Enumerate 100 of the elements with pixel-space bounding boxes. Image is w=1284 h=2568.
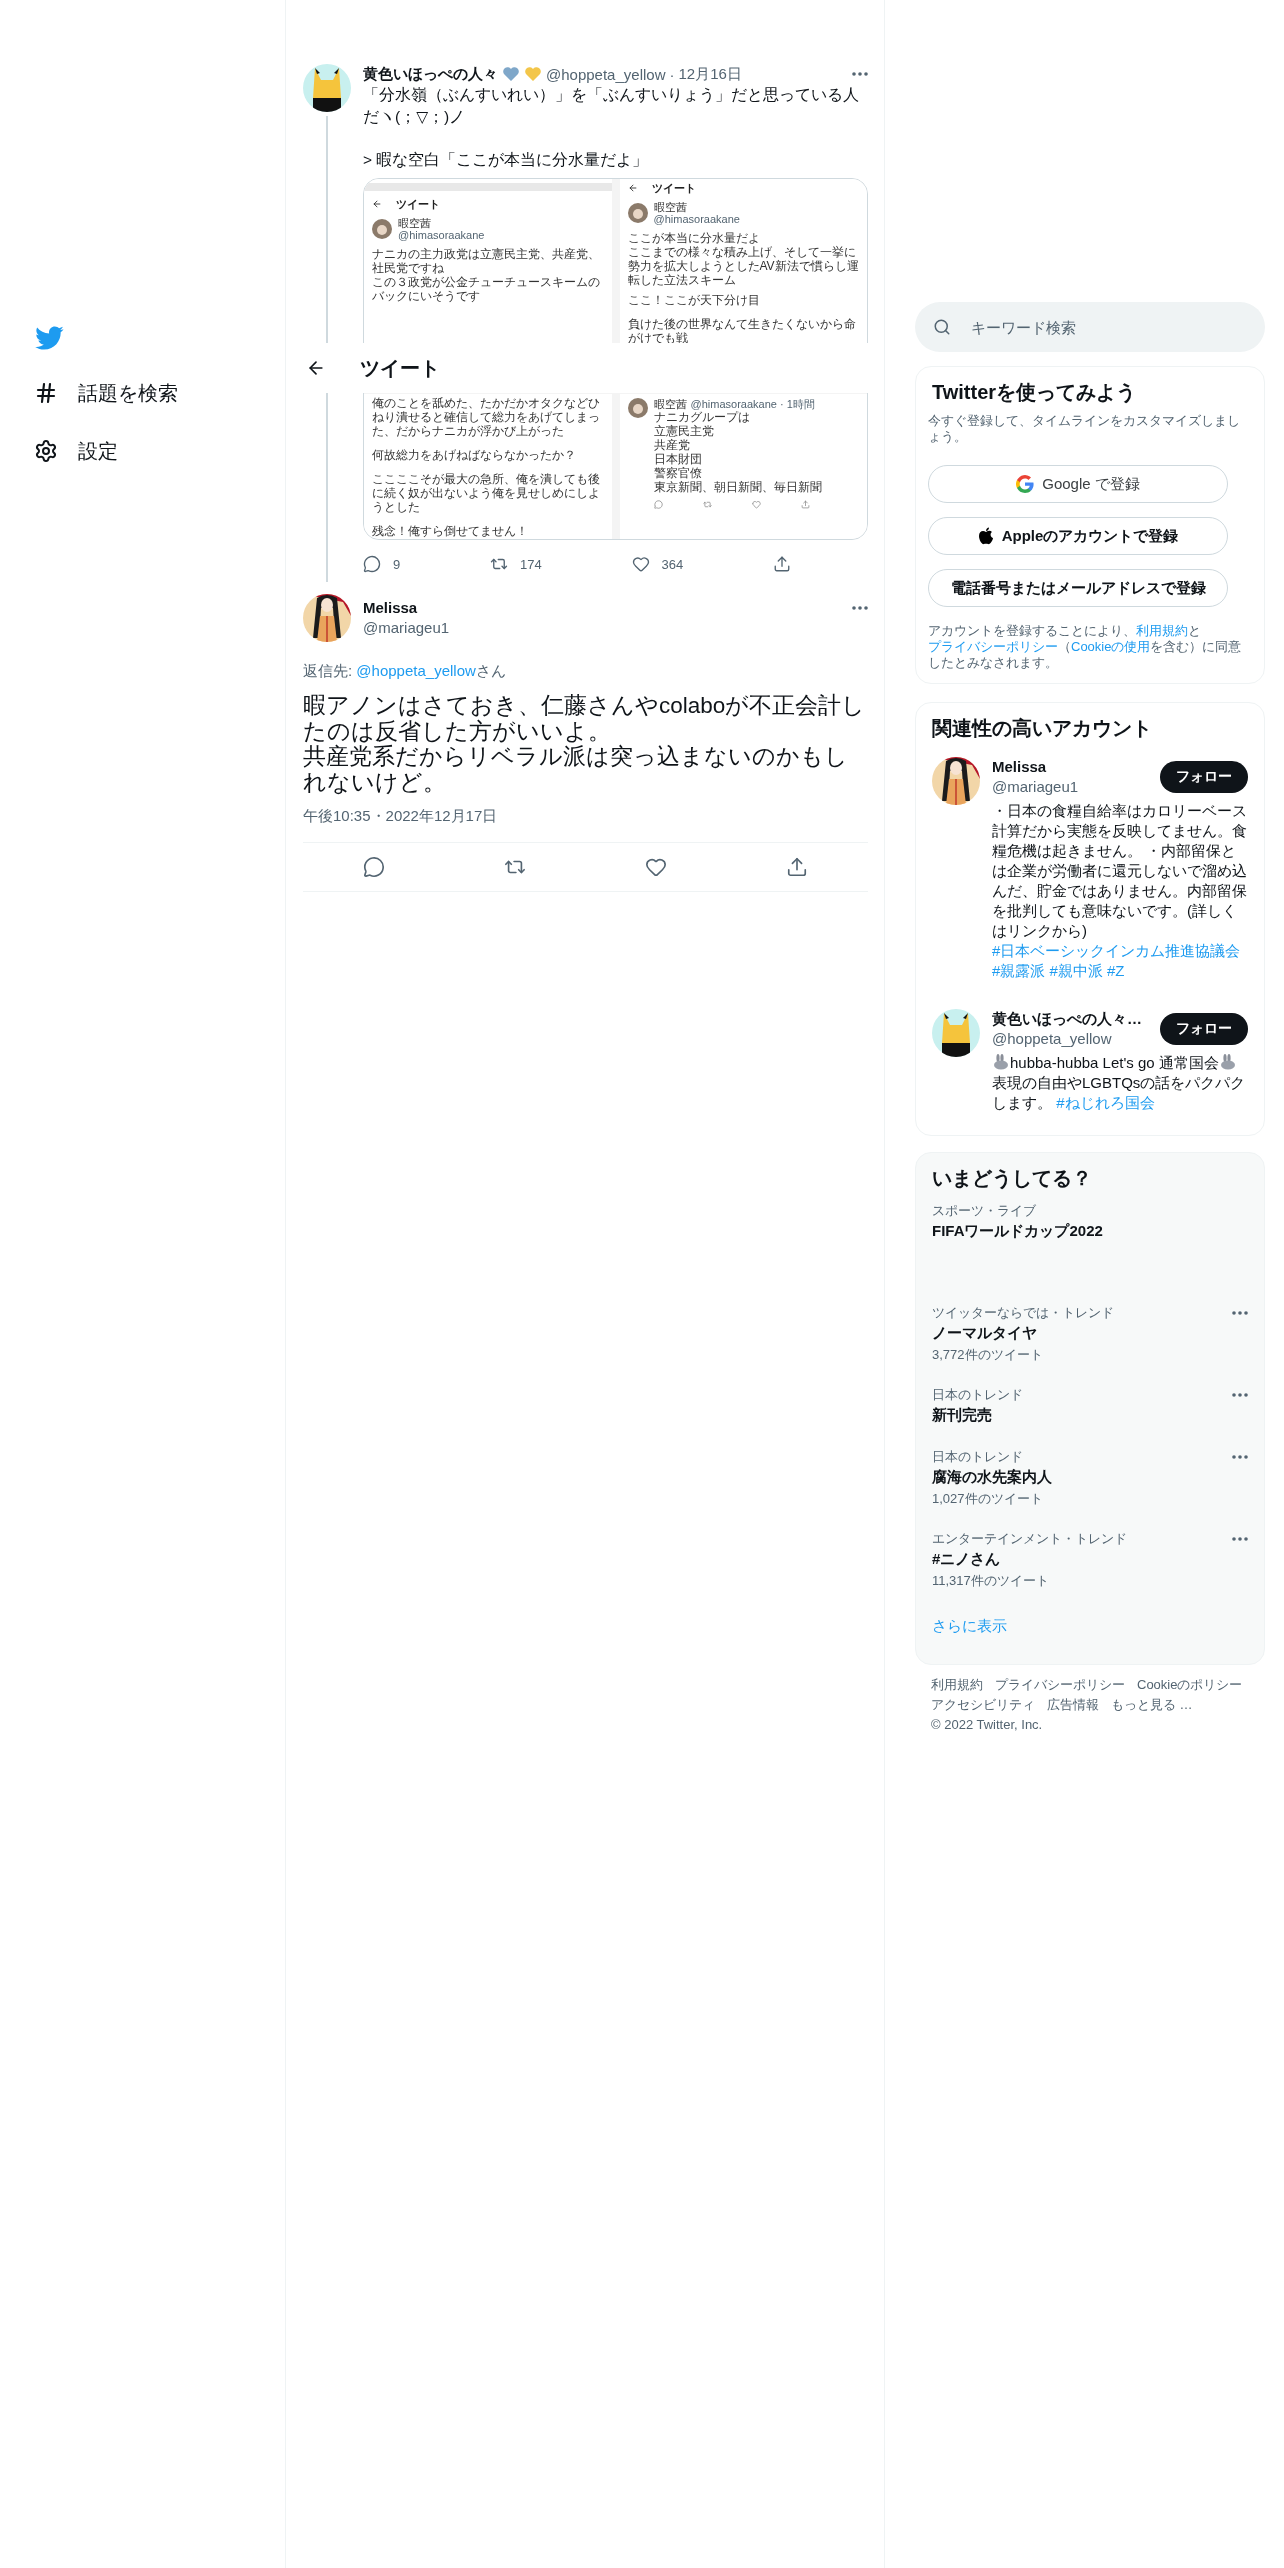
bio-text: hubba-hubba Let's go 通常国会 表現の自由やLGBTQsの話をパクパクします。 #ねじれろ国会	[992, 1053, 1247, 1113]
follow-button[interactable]: フォロー	[1160, 1013, 1248, 1045]
search-field[interactable]: キーワード検索	[915, 302, 1265, 352]
trend-topic[interactable]: 腐海の水先案内人	[932, 1467, 1248, 1487]
reply-button[interactable]: 9	[363, 555, 401, 573]
avatar[interactable]	[303, 594, 351, 642]
tweet-text: ナニカグループは	[653, 410, 751, 424]
tweet-text: ここ！ここが天下分け目	[627, 293, 761, 307]
copyright-text: © 2022 Twitter, Inc.	[931, 1717, 1043, 1733]
heart-icon	[524, 66, 542, 82]
tweet-count: 1,027件のツイート	[932, 1491, 1044, 1507]
rabbit-icon	[1218, 1054, 1237, 1070]
more-button[interactable]	[1232, 1393, 1248, 1397]
tweet-text: ここが本当に分水量だよ	[627, 231, 761, 245]
trend-context: スポーツ・ライブ	[932, 1203, 1036, 1219]
footer-link[interactable]: 広告情報	[1047, 1697, 1099, 1713]
tweet-text: 暇アノンはさておき、仁藤さんやcolaboが不正会計したのは反省した方がいいよ。 共産党系だからリベラル派は突っ込まないのかもしれないけど。	[303, 693, 867, 795]
user-name[interactable]: Melissa	[363, 598, 450, 618]
trend-context: ツイッターならでは・トレンド	[932, 1305, 1114, 1321]
nav-link[interactable]: 話題を検索	[34, 364, 178, 422]
more-button[interactable]	[1232, 1455, 1248, 1459]
tweet-text: > 暇な空白「ここが本当に分水量だよ」	[363, 150, 650, 170]
more-button[interactable]	[1232, 1537, 1248, 1541]
like-icon	[645, 856, 668, 878]
trend-topic[interactable]: FIFAワールドカップ2022	[932, 1221, 1248, 1241]
more-button[interactable]	[1232, 1311, 1248, 1315]
screen-title: ツイート	[396, 197, 440, 211]
hashtag-icon	[34, 381, 58, 405]
signup-button[interactable]: Appleのアカウントで登録	[928, 517, 1228, 555]
tweet-text: 残念！俺すら倒せてません！	[372, 524, 529, 538]
rabbit-icon	[992, 1054, 1010, 1070]
like-button[interactable]: 364	[631, 555, 684, 573]
more-icon	[852, 606, 868, 610]
tweet-text: ここまでの様々な積み上げ、そして一挙に勢力を拡大しようとしたAV新法で慣らし運転した立法スキーム	[627, 245, 859, 287]
user-name[interactable]: Melissa	[992, 757, 1079, 777]
more-icon	[852, 72, 868, 76]
back-icon	[372, 199, 382, 209]
user-handle[interactable]: @mariageu1	[992, 777, 1079, 797]
heart-icon	[502, 66, 520, 82]
tweet-text: この３政党が公金チューチュースキームのバックにいそうです	[372, 275, 601, 303]
reply-to-text: 返信先: @hoppeta_yellowさん	[303, 662, 507, 681]
more-icon	[1232, 1455, 1248, 1459]
user-name[interactable]: 黄色いほっぺの人々	[363, 64, 498, 84]
reply-icon	[653, 500, 663, 509]
user-handle[interactable]: @hoppeta_yellow	[546, 65, 666, 83]
avatar[interactable]	[303, 64, 351, 112]
nav-link[interactable]: 設定	[34, 422, 118, 480]
bio-text: ・日本の食糧自給率はカロリーベース計算だから実態を反映してません。食糧危機は起きません。 ・内部留保とは企業が労働者に還元しないで溜め込んだ、貯金ではありません。内部留保を批判しても意味ないです。(詳しくはリンクから) #日本ベーシックインカム推進協議会 #親露派 #親中派 #Z	[992, 801, 1248, 981]
retweet-icon	[702, 500, 712, 509]
tweet-timestamp[interactable]: 午後10:35・2022年12月17日	[303, 807, 868, 843]
user-name[interactable]: 黄色いほっぺの人々…	[992, 1009, 1142, 1029]
avatar[interactable]	[932, 1009, 980, 1057]
user-handle: @himasoraakane · 1時間	[690, 398, 815, 410]
tweet-date[interactable]: 12月16日	[678, 64, 742, 84]
more-button[interactable]	[852, 606, 868, 610]
card-title: Twitterを使ってみよう	[931, 380, 1138, 405]
screen-title: ツイート	[651, 181, 696, 195]
signup-button[interactable]: 電話番号またはメールアドレスで登録	[928, 569, 1228, 607]
signup-button[interactable]: Google で登録	[928, 465, 1228, 503]
tweet-text: 共産党	[653, 438, 691, 452]
tweet-text: 立憲民主党	[653, 424, 715, 438]
user-name: 暇空茜	[653, 398, 687, 410]
legal-text: アカウントを登録することにより、利用規約 と プライバシーポリシー（Cookieの使用を含む）に同意したとみなされます。	[927, 623, 1243, 671]
user-handle[interactable]: @mariageu1	[363, 618, 450, 638]
tweet-text: ここここそが最大の急所、俺を潰しても後に続く奴が出ないよう俺を見せしめにしようとした	[372, 472, 601, 514]
share-icon	[773, 555, 791, 573]
reply-icon	[362, 856, 385, 878]
search-icon	[933, 318, 951, 336]
tweet-text: 「分水嶺（ぶんすいれい）」を「ぶんすいりょう」だと思っている人だヽ(；▽；)ノ	[363, 85, 860, 127]
trend-topic[interactable]: #ニノさん	[932, 1549, 1248, 1569]
more-icon	[1232, 1311, 1248, 1315]
more-icon	[1232, 1393, 1248, 1397]
card-title: いまどうしてる？	[931, 1166, 1093, 1191]
trend-context: エンターテインメント・トレンド	[932, 1531, 1127, 1547]
like-icon	[631, 555, 650, 573]
user-handle: @himasoraakane	[653, 213, 740, 225]
tweet-count: 3,772件のツイート	[932, 1347, 1044, 1363]
footer-link[interactable]: 利用規約	[931, 1677, 983, 1693]
avatar	[627, 203, 648, 223]
tweet-text: 日本財団	[653, 452, 703, 466]
reply-icon	[363, 555, 381, 573]
retweet-button[interactable]: 174	[490, 555, 542, 573]
avatar[interactable]	[932, 757, 980, 805]
user-handle[interactable]: @hoppeta_yellow	[992, 1029, 1142, 1049]
trend-topic[interactable]: 新刊完売	[932, 1405, 1248, 1425]
footer-link[interactable]: Cookieのポリシー	[1137, 1677, 1243, 1693]
user-name: 暇空茜	[398, 217, 432, 229]
more-button[interactable]	[852, 72, 868, 76]
user-handle: @himasoraakane	[398, 229, 485, 241]
tweet-text: 俺のことを舐めた、たかだかオタクなどひねり潰せると確信して総力をあげてしまった、だからナニカが浮かび上がった	[372, 396, 601, 438]
footer-link[interactable]: もっと見る …	[1111, 1697, 1193, 1713]
tweet-text: 何故総力をあげねばならなかったか？	[372, 448, 577, 462]
share-button[interactable]	[773, 555, 791, 573]
footer-link[interactable]: アクセシビリティ	[931, 1697, 1035, 1713]
follow-button[interactable]: フォロー	[1160, 761, 1248, 793]
separator: ·	[669, 65, 675, 83]
user-name: 暇空茜	[653, 201, 688, 213]
trend-topic[interactable]: ノーマルタイヤ	[932, 1323, 1248, 1343]
footer-link[interactable]: プライバシーポリシー	[995, 1677, 1125, 1693]
share-icon	[786, 856, 809, 878]
